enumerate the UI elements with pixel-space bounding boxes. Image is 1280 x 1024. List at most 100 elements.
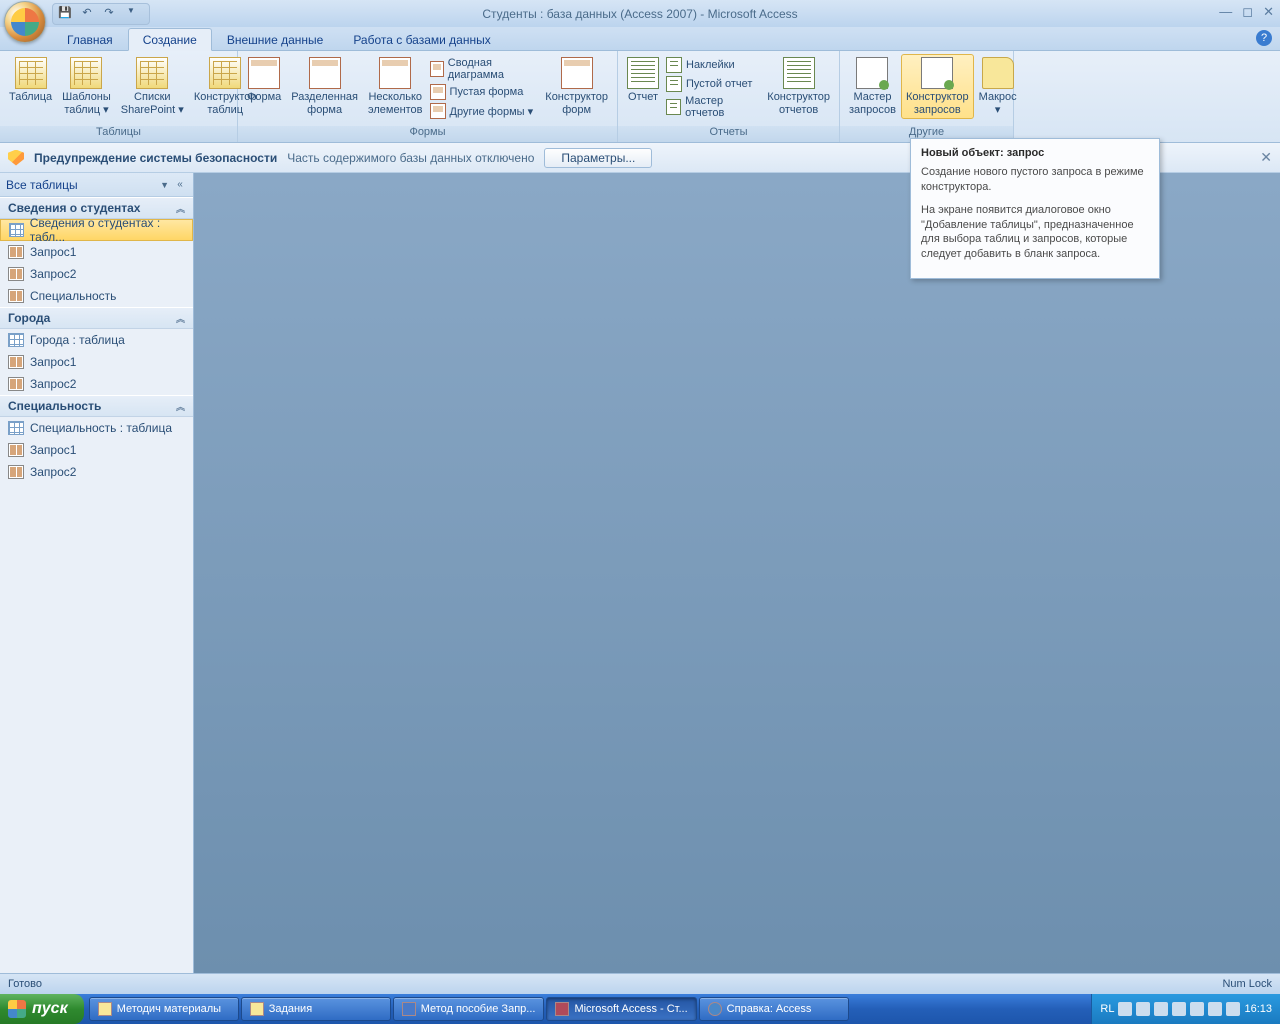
multi-items-button[interactable]: Несколько элементов (363, 54, 428, 119)
tab-create[interactable]: Создание (128, 28, 212, 51)
security-close-icon[interactable]: ✕ (1260, 149, 1272, 166)
window-title: Студенты : база данных (Access 2007) - M… (482, 7, 797, 21)
tab-home[interactable]: Главная (52, 28, 128, 50)
tooltip-title: Новый объект: запрос (921, 147, 1149, 159)
table-design-icon (209, 57, 241, 89)
navigation-pane: Все таблицы ▼ « Сведения о студентах ︽ Све… (0, 173, 194, 973)
query-design-button[interactable]: Конструктор запросов (901, 54, 974, 119)
sharepoint-lists-button[interactable]: Списки SharePoint ▾ (116, 54, 189, 119)
taskbar-button[interactable]: Справка: Access (699, 997, 849, 1021)
start-button[interactable]: пуск (0, 994, 84, 1024)
nav-item[interactable]: Запрос1 (0, 241, 193, 263)
table-templates-button[interactable]: Шаблоны таблиц ▾ (57, 54, 116, 119)
group-label: Отчеты (618, 126, 839, 142)
query-icon (8, 267, 24, 281)
nav-header-label: Все таблицы (6, 178, 78, 192)
tray-icon[interactable] (1226, 1002, 1240, 1016)
form-design-button[interactable]: Конструктор форм (540, 54, 613, 119)
office-button[interactable] (4, 1, 46, 43)
tray-icon[interactable] (1118, 1002, 1132, 1016)
chevron-up-icon[interactable]: ︽ (176, 202, 185, 215)
nav-item[interactable]: Запрос2 (0, 373, 193, 395)
status-left: Готово (8, 978, 42, 990)
taskbar-button[interactable]: Методич материалы (89, 997, 239, 1021)
nav-group-header[interactable]: Специальность︽ (0, 395, 193, 417)
group-reports: Отчет Наклейки Пустой отчет Мастер отчет… (618, 51, 840, 142)
group-other: Мастер запросов Конструктор запросов Мак… (840, 51, 1014, 142)
query-design-icon (921, 57, 953, 89)
nav-group-title: Сведения о студентах (8, 201, 140, 215)
input-lang[interactable]: RL (1100, 1003, 1114, 1015)
table-icon (8, 421, 24, 435)
macro-button[interactable]: Макрос ▾ (974, 54, 1022, 119)
app-icon (708, 1002, 722, 1016)
blank-report-icon (666, 76, 682, 92)
nav-item[interactable]: Запрос1 (0, 351, 193, 373)
table-icon (9, 223, 24, 237)
nav-item[interactable]: Запрос1 (0, 439, 193, 461)
titlebar: 💾 ↶ ↷ ▼ Студенты : база данных (Access 2… (0, 0, 1280, 27)
nav-item[interactable]: Запрос2 (0, 461, 193, 483)
minimize-button[interactable]: — (1219, 4, 1232, 20)
report-button[interactable]: Отчет (622, 54, 664, 107)
report-design-button[interactable]: Конструктор отчетов (762, 54, 835, 119)
nav-group-header[interactable]: Города︽ (0, 307, 193, 329)
table-templates-icon (70, 57, 102, 89)
report-wizard-button[interactable]: Мастер отчетов (664, 94, 762, 120)
close-button[interactable]: ✕ (1263, 4, 1274, 20)
pivot-chart-icon (430, 61, 444, 77)
windows-logo-icon (8, 1000, 26, 1018)
query-icon (8, 465, 24, 479)
nav-item[interactable]: Специальность : таблица (0, 417, 193, 439)
tooltip-query-design: Новый объект: запрос Создание нового пус… (910, 138, 1160, 279)
security-options-button[interactable]: Параметры... (544, 148, 652, 168)
tray-icon[interactable] (1154, 1002, 1168, 1016)
query-wizard-button[interactable]: Мастер запросов (844, 54, 901, 119)
taskbar-button-label: Методич материалы (117, 1003, 221, 1015)
nav-item[interactable]: Сведения о студентах : табл... (0, 219, 193, 241)
qat-more-icon[interactable]: ▼ (123, 6, 139, 22)
split-form-button[interactable]: Разделенная форма (286, 54, 363, 119)
redo-icon[interactable]: ↷ (101, 6, 117, 22)
taskbar-button[interactable]: Microsoft Access - Ст... (546, 997, 696, 1021)
security-message: Часть содержимого базы данных отключено (287, 151, 534, 165)
chevron-up-icon[interactable]: ︽ (176, 400, 185, 413)
form-button[interactable]: Форма (242, 54, 286, 107)
pivot-chart-button[interactable]: Сводная диаграмма (428, 56, 541, 82)
blank-report-button[interactable]: Пустой отчет (664, 75, 762, 93)
ribbon: Таблица Шаблоны таблиц ▾ Списки SharePoi… (0, 51, 1280, 143)
taskbar-button[interactable]: Метод пособие Запр... (393, 997, 545, 1021)
app-icon (250, 1002, 264, 1016)
collapse-pane-icon[interactable]: « (173, 179, 187, 190)
tray-icon[interactable] (1172, 1002, 1186, 1016)
help-icon[interactable]: ? (1256, 30, 1272, 46)
group-label: Таблицы (0, 126, 237, 142)
status-right: Num Lock (1222, 978, 1272, 990)
clock[interactable]: 16:13 (1244, 1003, 1272, 1015)
tray-icon[interactable] (1190, 1002, 1204, 1016)
app-icon (555, 1002, 569, 1016)
undo-icon[interactable]: ↶ (79, 6, 95, 22)
tray-icon[interactable] (1136, 1002, 1150, 1016)
nav-item[interactable]: Запрос2 (0, 263, 193, 285)
tray-icon[interactable] (1208, 1002, 1222, 1016)
tab-external[interactable]: Внешние данные (212, 28, 339, 50)
taskbar-button[interactable]: Задания (241, 997, 391, 1021)
nav-item[interactable]: Специальность (0, 285, 193, 307)
chevron-down-icon[interactable]: ▼ (160, 180, 169, 190)
nav-item-label: Запрос2 (30, 465, 76, 479)
app-icon (98, 1002, 112, 1016)
table-button[interactable]: Таблица (4, 54, 57, 107)
more-forms-button[interactable]: Другие формы ▾ (428, 102, 541, 120)
more-forms-icon (430, 103, 446, 119)
blank-form-button[interactable]: Пустая форма (428, 83, 541, 101)
tab-dbtools[interactable]: Работа с базами данных (338, 28, 505, 50)
save-icon[interactable]: 💾 (57, 6, 73, 22)
labels-button[interactable]: Наклейки (664, 56, 762, 74)
maximize-button[interactable]: ◻ (1242, 4, 1253, 20)
nav-header[interactable]: Все таблицы ▼ « (0, 173, 193, 197)
nav-item[interactable]: Города : таблица (0, 329, 193, 351)
query-icon (8, 289, 24, 303)
chevron-up-icon[interactable]: ︽ (176, 312, 185, 325)
taskbar-button-label: Справка: Access (727, 1003, 812, 1015)
